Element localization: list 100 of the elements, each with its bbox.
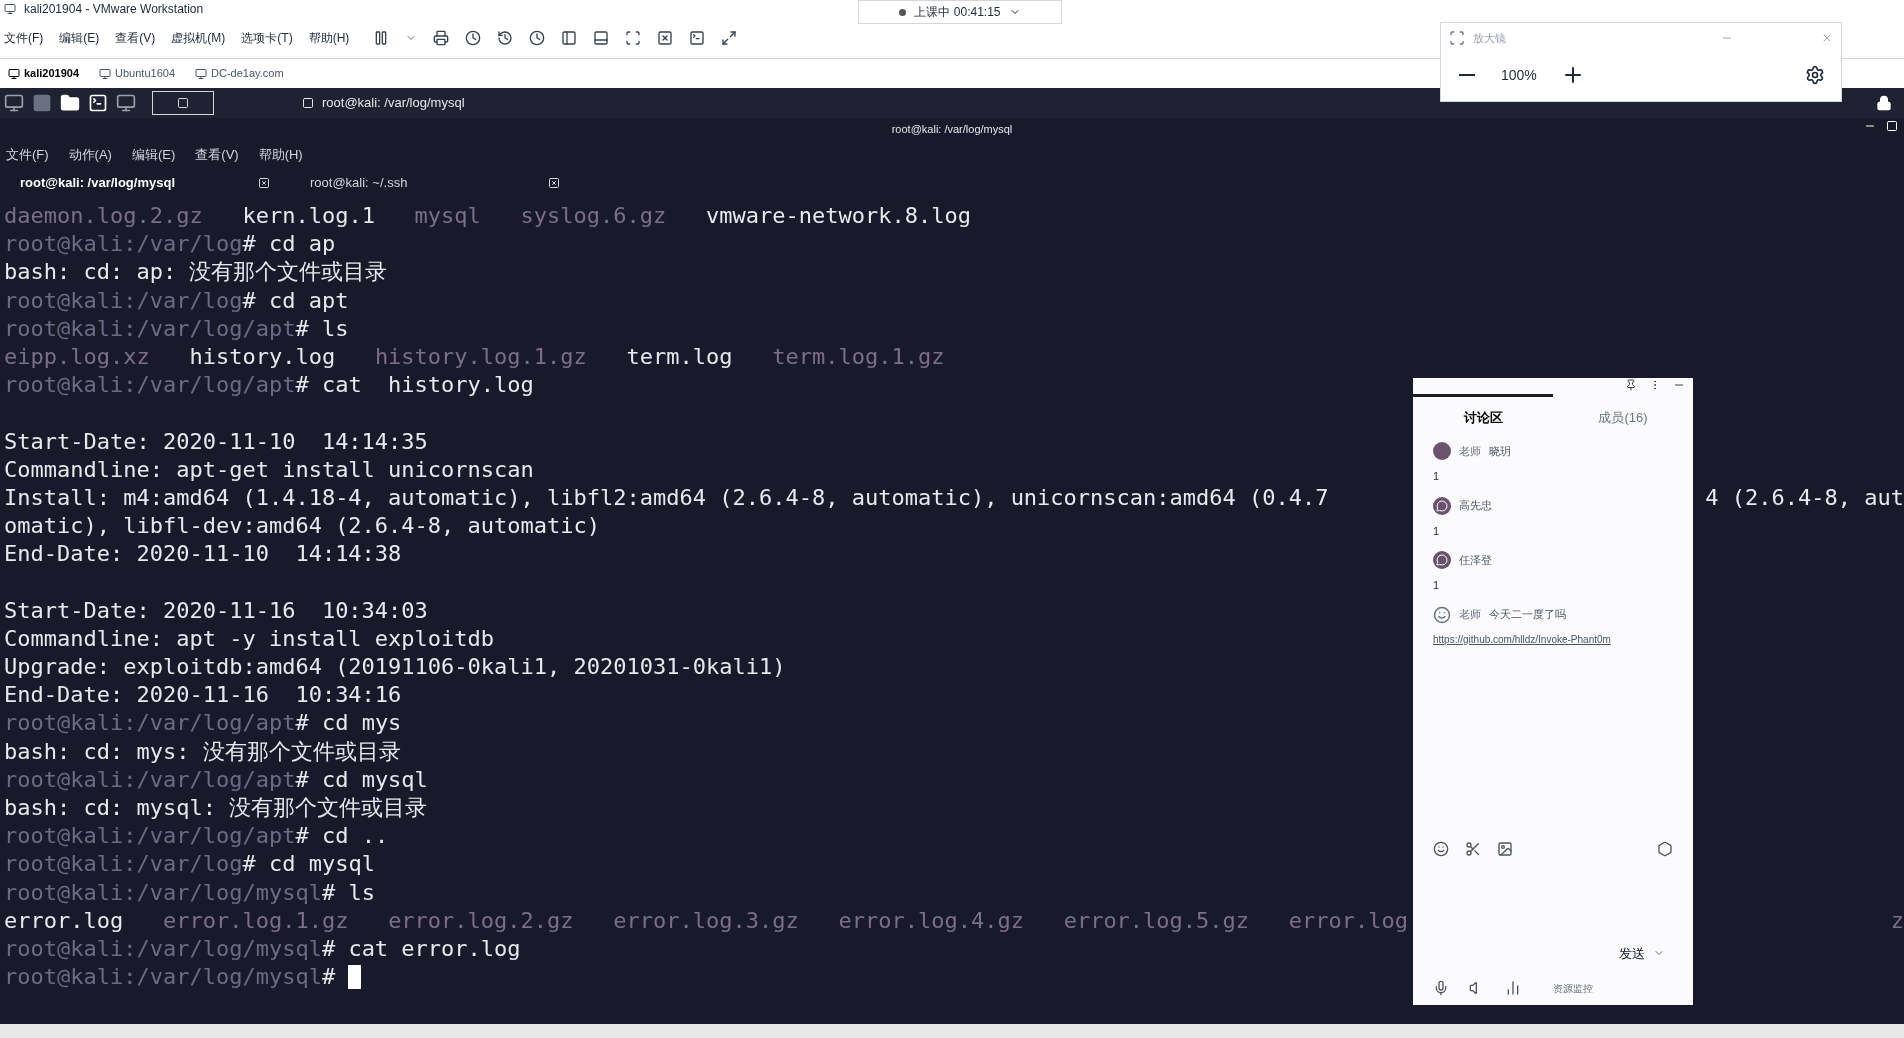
output-text: # [321, 963, 336, 992]
output-text: End-Date: 2020-11-16 10:34:16 [4, 681, 402, 710]
output-text: End-Date: 2020-11-10 14:14:38 [4, 540, 402, 569]
terminal-icon[interactable] [88, 93, 108, 113]
output-text: vmware-network.8.log [706, 202, 971, 230]
sender-name: 任泽登 [1459, 552, 1492, 568]
output-text: error.log.4.gz [838, 906, 1024, 935]
output-text: # cd mysql [295, 765, 428, 794]
message-link[interactable]: https://github.com/hlldz/Invoke-Phant0m [1433, 631, 1673, 647]
monitor-icon [8, 67, 20, 80]
window-title: kali201904 - VMware Workstation [24, 1, 204, 18]
role-label: 老师 [1459, 607, 1481, 623]
menu-item[interactable]: 查看(V) [115, 29, 156, 47]
chat-tab[interactable]: 讨论区 [1413, 408, 1553, 428]
sender-name: 晓玥 [1489, 443, 1511, 459]
terminal-tab[interactable]: root@kali: ~/.ssh [310, 173, 408, 193]
magnifier-title: 放大镜 [1473, 30, 1506, 46]
folder-icon[interactable] [60, 93, 80, 113]
monitor-icon [99, 67, 112, 80]
expand-icon[interactable] [721, 30, 738, 46]
prompt-text: root@kali:/var/log/mysql [4, 878, 322, 907]
recording-status[interactable]: 上课中 00:41:15 [858, 0, 1062, 24]
output-text: # cat history.log [295, 371, 534, 400]
image-icon[interactable] [1497, 840, 1513, 857]
printer-icon[interactable] [433, 30, 450, 46]
message-text: 1 [1433, 523, 1441, 539]
prompt-text: root@kali:/var/log [4, 230, 243, 259]
output-text: Start-Date: 2020-11-10 14:14:35 [4, 427, 428, 456]
emoji-icon[interactable] [1433, 840, 1449, 857]
panel-icon[interactable] [593, 30, 610, 46]
output-text: daemon.log.2.gz [4, 202, 203, 230]
output-text: mysql [414, 202, 481, 230]
menu-item[interactable]: 帮助(H) [308, 29, 350, 47]
avatar [1433, 442, 1451, 460]
output-text: 4 (2.6.4-8, aut [1705, 483, 1904, 512]
prompt-text: root@kali:/var/log [4, 850, 243, 879]
menu-item[interactable]: 虚拟机(M) [171, 29, 226, 47]
resource-monitor-label[interactable]: 资源监控 [1553, 980, 1593, 996]
message-text: 1 [1433, 578, 1441, 593]
output-text: history.log.1.gz [374, 342, 587, 371]
taskbar-item[interactable]: root@kali: /var/log/mysql [302, 93, 465, 113]
menu-item[interactable]: 动作(A) [68, 145, 112, 165]
clock-icon[interactable] [465, 30, 482, 46]
role-label: 老师 [1459, 443, 1481, 459]
monitor-icon[interactable] [116, 93, 136, 113]
prompt-text: root@kali:/var/log/apt [4, 314, 296, 343]
output-text: # cd .. [295, 822, 389, 851]
output-text: omatic), libfl-dev:amd64 (2.6.4-8, automatic) [4, 512, 601, 541]
menu-item[interactable]: 查看(V) [195, 145, 239, 165]
terminal-tab[interactable]: root@kali: /var/log/mysql [20, 173, 175, 193]
microphone-icon[interactable] [1433, 980, 1449, 996]
close-icon[interactable] [258, 177, 270, 189]
output-text: error.log [1288, 906, 1409, 935]
chat-tab[interactable]: 成员(16) [1553, 408, 1693, 428]
menu-item[interactable]: 编辑(E) [131, 145, 176, 165]
output-text: # cd mysql [242, 850, 375, 879]
pin-icon[interactable] [1625, 379, 1637, 391]
output-text: error.log.1.gz [162, 906, 349, 935]
output-text: error.log.3.gz [613, 906, 799, 935]
app-icon [4, 3, 16, 15]
prompt-text: root@kali:/var/log/apt [4, 822, 296, 851]
settings-icon[interactable] [1657, 840, 1673, 857]
menu-item[interactable]: 编辑(E) [59, 29, 100, 47]
output-text: term.log [626, 342, 733, 371]
history-icon[interactable] [497, 30, 514, 46]
prompt-text: root@kali:/var/log/apt [4, 371, 296, 400]
menu-item[interactable]: 选项卡(T) [241, 29, 293, 47]
output-text: Commandline: apt -y install exploitdb [4, 624, 495, 653]
scissors-icon[interactable] [1465, 840, 1481, 857]
menu-item[interactable]: 文件(F) [4, 29, 44, 47]
close-icon[interactable] [548, 177, 560, 189]
workspace-icon[interactable] [32, 93, 52, 113]
output-text: syslog.6.gz [520, 202, 667, 230]
fullscreen-icon[interactable] [625, 30, 642, 46]
output-text: Upgrade: exploitdb:amd64 (20191106-0kali1, 20201031-0kali1) [4, 653, 786, 681]
output-text: Start-Date: 2020-11-16 10:34:03 [4, 596, 428, 625]
terminal-icon[interactable] [689, 30, 706, 46]
vm-tab[interactable]: kali201904 [4, 65, 84, 82]
prompt-text: root@kali:/var/log/apt [4, 765, 296, 794]
output-text: # ls [295, 314, 349, 343]
output-text: Install: m4:amd64 (1.4.18-4, automatic), libfl2:amd64 (2.6.4-8, automatic), unicornscan:amd64 (0.4.7 [4, 483, 1329, 512]
vm-tab[interactable]: Ubuntu1604 [95, 65, 179, 82]
clock-icon[interactable] [529, 30, 546, 46]
prompt-text: root@kali:/var/log/mysql [4, 963, 322, 992]
menu-item[interactable]: 帮助(H) [258, 145, 303, 165]
sender-name: 高先忠 [1459, 498, 1492, 514]
chart-icon[interactable] [1505, 980, 1521, 996]
output-text: # ls [321, 878, 375, 907]
output-text: bash: cd: mysql: 没有那个文件或目录 [4, 793, 428, 822]
vm-tab[interactable]: DC-de1ay.com [191, 65, 288, 82]
menu-item[interactable]: 文件(F) [6, 145, 49, 165]
panel-icon[interactable] [561, 30, 578, 46]
output-text: eipp.log.xz [4, 342, 150, 371]
settings-icon[interactable] [1805, 65, 1825, 85]
output-text: bash: cd: mys: 没有那个文件或目录 [4, 737, 401, 766]
lock-icon[interactable] [1876, 95, 1892, 111]
send-button[interactable]: 发送 [1611, 943, 1673, 963]
maximize-icon[interactable] [1886, 120, 1898, 132]
workspace-button[interactable] [152, 91, 214, 115]
wechat-avatar-icon [1433, 496, 1451, 515]
